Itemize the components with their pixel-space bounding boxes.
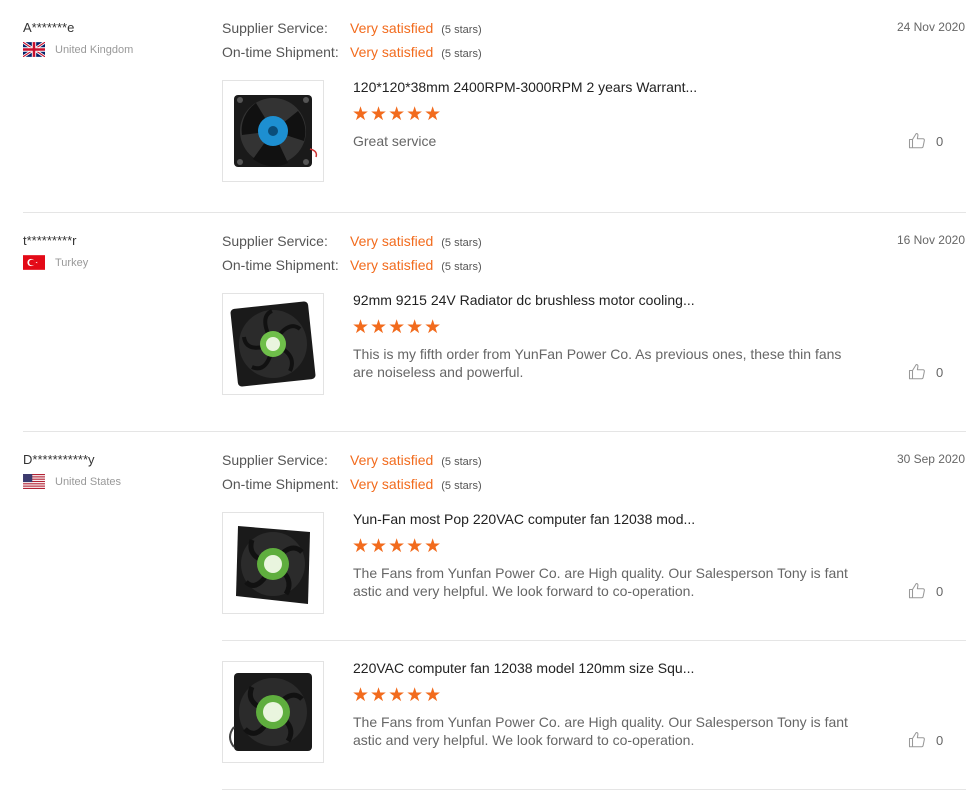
star-rating: ★★★★★ bbox=[352, 536, 443, 557]
thumbs-up-icon bbox=[908, 363, 925, 380]
like-button[interactable]: 0 bbox=[908, 731, 943, 749]
review-comment: This is my fifth order from YunFan Power… bbox=[353, 346, 842, 380]
supplier-service-rating: Supplier Service: Very satisfied (5 stars) bbox=[222, 232, 482, 250]
supplier-service-value: Very satisfied bbox=[350, 233, 434, 249]
product-title-link[interactable]: 120*120*38mm 2400RPM-3000RPM 2 years War… bbox=[353, 79, 697, 95]
star-rating: ★★★★★ bbox=[352, 685, 443, 706]
product-divider bbox=[222, 789, 966, 790]
review-comment: The Fans from Yunfan Power Co. are High … bbox=[353, 565, 848, 599]
reviewer-name: A*******e bbox=[23, 20, 75, 35]
product-review: 120*120*38mm 2400RPM-3000RPM 2 years War… bbox=[222, 79, 966, 184]
product-thumbnail[interactable] bbox=[222, 512, 324, 614]
supplier-service-label: Supplier Service: bbox=[222, 233, 328, 249]
reviewer-country: Turkey bbox=[23, 255, 88, 270]
fan-image-icon bbox=[230, 301, 316, 387]
like-button[interactable]: 0 bbox=[908, 582, 943, 600]
ontime-shipment-stars: (5 stars) bbox=[441, 48, 482, 60]
ontime-shipment-label: On-time Shipment: bbox=[222, 476, 339, 492]
reviewer: A*******e United Kingdom bbox=[23, 20, 133, 57]
review-date: 16 Nov 2020 bbox=[896, 233, 965, 247]
ontime-shipment-label: On-time Shipment: bbox=[222, 257, 339, 273]
star-rating: ★★★★★ bbox=[352, 317, 443, 338]
uk-flag-icon bbox=[23, 42, 45, 57]
review-divider bbox=[23, 212, 966, 213]
supplier-service-stars: (5 stars) bbox=[441, 24, 482, 36]
country-label: United Kingdom bbox=[55, 43, 134, 56]
reviewer: D***********y United States bbox=[23, 452, 121, 489]
reviewer-country: United Kingdom bbox=[23, 42, 133, 57]
like-count: 0 bbox=[936, 732, 944, 748]
supplier-service-value: Very satisfied bbox=[350, 452, 434, 468]
ontime-shipment-rating: On-time Shipment: Very satisfied (5 stars) bbox=[222, 43, 482, 61]
ontime-shipment-stars: (5 stars) bbox=[441, 480, 482, 492]
review-date: 30 Sep 2020 bbox=[896, 452, 965, 466]
fan-image-icon bbox=[236, 526, 310, 604]
supplier-service-rating: Supplier Service: Very satisfied (5 stars) bbox=[222, 451, 482, 469]
review-comment: The Fans from Yunfan Power Co. are High … bbox=[353, 714, 848, 748]
review-date: 24 Nov 2020 bbox=[896, 20, 965, 34]
reviewer-country: United States bbox=[23, 474, 121, 489]
supplier-service-stars: (5 stars) bbox=[441, 237, 482, 249]
product-title-link[interactable]: Yun-Fan most Pop 220VAC computer fan 120… bbox=[353, 511, 695, 527]
supplier-service-label: Supplier Service: bbox=[222, 452, 328, 468]
ontime-shipment-rating: On-time Shipment: Very satisfied (5 stars) bbox=[222, 475, 482, 493]
thumbs-up-icon bbox=[908, 132, 925, 149]
ontime-shipment-rating: On-time Shipment: Very satisfied (5 stars) bbox=[222, 256, 482, 274]
like-button[interactable]: 0 bbox=[908, 132, 943, 150]
star-rating: ★★★★★ bbox=[352, 104, 443, 125]
product-thumbnail[interactable] bbox=[222, 661, 324, 763]
review-comment: Great service bbox=[353, 133, 437, 149]
reviewer-name: D***********y bbox=[23, 452, 95, 467]
like-count: 0 bbox=[936, 133, 944, 149]
product-thumbnail[interactable] bbox=[222, 80, 324, 182]
product-review: 92mm 9215 24V Radiator dc brushless moto… bbox=[222, 292, 966, 397]
fan-image-icon bbox=[229, 673, 312, 751]
country-label: Turkey bbox=[55, 256, 89, 269]
ontime-shipment-value: Very satisfied bbox=[350, 476, 434, 492]
supplier-service-stars: (5 stars) bbox=[441, 456, 482, 468]
like-count: 0 bbox=[936, 364, 944, 380]
ontime-shipment-stars: (5 stars) bbox=[441, 261, 482, 273]
product-title-link[interactable]: 92mm 9215 24V Radiator dc brushless moto… bbox=[353, 292, 695, 308]
turkey-flag-icon bbox=[23, 255, 45, 270]
ontime-shipment-value: Very satisfied bbox=[350, 257, 434, 273]
reviewer-name: t*********r bbox=[23, 233, 77, 248]
thumbs-up-icon bbox=[908, 731, 925, 748]
us-flag-icon bbox=[23, 474, 45, 489]
product-review: Yun-Fan most Pop 220VAC computer fan 120… bbox=[222, 511, 966, 616]
supplier-service-value: Very satisfied bbox=[350, 20, 434, 36]
supplier-service-rating: Supplier Service: Very satisfied (5 stars) bbox=[222, 19, 482, 37]
supplier-service-label: Supplier Service: bbox=[222, 20, 328, 36]
like-button[interactable]: 0 bbox=[908, 363, 943, 381]
product-review: 220VAC computer fan 12038 model 120mm si… bbox=[222, 660, 966, 765]
review-divider bbox=[23, 431, 966, 432]
like-count: 0 bbox=[936, 583, 944, 599]
product-divider bbox=[222, 640, 966, 641]
product-thumbnail[interactable] bbox=[222, 293, 324, 395]
ontime-shipment-value: Very satisfied bbox=[350, 44, 434, 60]
thumbs-up-icon bbox=[908, 582, 925, 599]
country-label: United States bbox=[55, 475, 122, 488]
reviewer: t*********r Turkey bbox=[23, 233, 88, 270]
product-title-link[interactable]: 220VAC computer fan 12038 model 120mm si… bbox=[353, 660, 694, 676]
fan-image-icon bbox=[234, 95, 318, 167]
ontime-shipment-label: On-time Shipment: bbox=[222, 44, 339, 60]
